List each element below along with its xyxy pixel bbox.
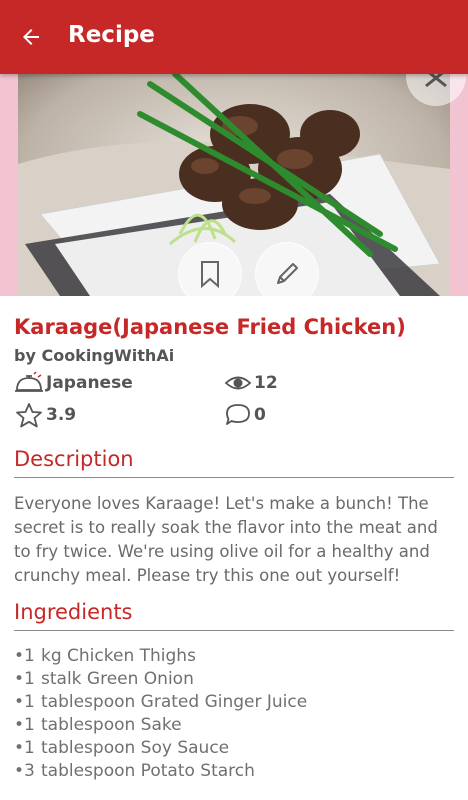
ingredient-name: stalk Green Onion: [41, 669, 194, 689]
arrow-left-icon: [23, 29, 39, 45]
ingredient-name: tablespoon Sake: [41, 715, 182, 735]
star-icon: [16, 403, 42, 428]
ingredient-name: tablespoon Potato Starch: [41, 761, 255, 781]
ingredients-heading: Ingredients: [14, 600, 454, 631]
eye-icon: [224, 376, 252, 390]
pencil-icon: [277, 263, 298, 284]
list-item: •1 tablespoon Sake: [14, 714, 454, 737]
ingredient-quantity: •1: [14, 715, 35, 735]
ingredient-name: kg Chicken Thighs: [41, 646, 196, 666]
comments-count: 0: [254, 405, 266, 425]
views-count: 12: [254, 373, 278, 393]
description-text: Everyone loves Karaage! Let's make a bun…: [14, 494, 438, 585]
ingredient-quantity: •3: [14, 761, 35, 781]
list-item: •1 tablespoon Soy Sauce: [14, 737, 454, 760]
views-info: 12: [224, 371, 278, 395]
list-item: •1 stalk Green Onion: [14, 668, 454, 691]
cuisine-label: Japanese: [46, 373, 133, 393]
recipe-author: by CookingWithAi: [14, 346, 175, 365]
back-button[interactable]: [14, 20, 48, 54]
ingredient-name: tablespoon Grated Ginger Juice: [41, 692, 308, 712]
edit-button[interactable]: [255, 242, 319, 306]
ingredient-quantity: •1: [14, 646, 35, 666]
comment-icon: [226, 404, 250, 425]
bookmark-button[interactable]: [178, 242, 242, 306]
recipe-meta: Japanese 12 3.9 0: [14, 371, 454, 435]
cloche-icon: [15, 371, 43, 392]
ingredients-list: •1 kg Chicken Thighs •1 stalk Green Onion …: [14, 645, 454, 783]
description-heading: Description: [14, 447, 454, 478]
ingredient-quantity: •1: [14, 669, 35, 689]
list-item: •1 tablespoon Grated Ginger Juice: [14, 691, 454, 714]
recipe-title: Karaage(Japanese Fried Chicken): [14, 315, 406, 339]
ingredient-quantity: •1: [14, 738, 35, 758]
rating-info: 3.9: [14, 402, 76, 428]
recipe-content: Karaage(Japanese Fried Chicken) by Cooki…: [14, 312, 454, 783]
app-bar: Recipe: [0, 0, 468, 74]
rating-value: 3.9: [46, 405, 77, 425]
app-bar-title: Recipe: [68, 22, 155, 48]
cuisine-info: Japanese: [14, 371, 133, 395]
ingredient-name: tablespoon Soy Sauce: [41, 738, 230, 758]
list-item: •3 tablespoon Potato Starch: [14, 760, 454, 783]
bookmark-icon: [201, 261, 219, 288]
ingredient-quantity: •1: [14, 692, 35, 712]
list-item: •1 kg Chicken Thighs: [14, 645, 454, 668]
comments-info: 0: [224, 402, 266, 428]
